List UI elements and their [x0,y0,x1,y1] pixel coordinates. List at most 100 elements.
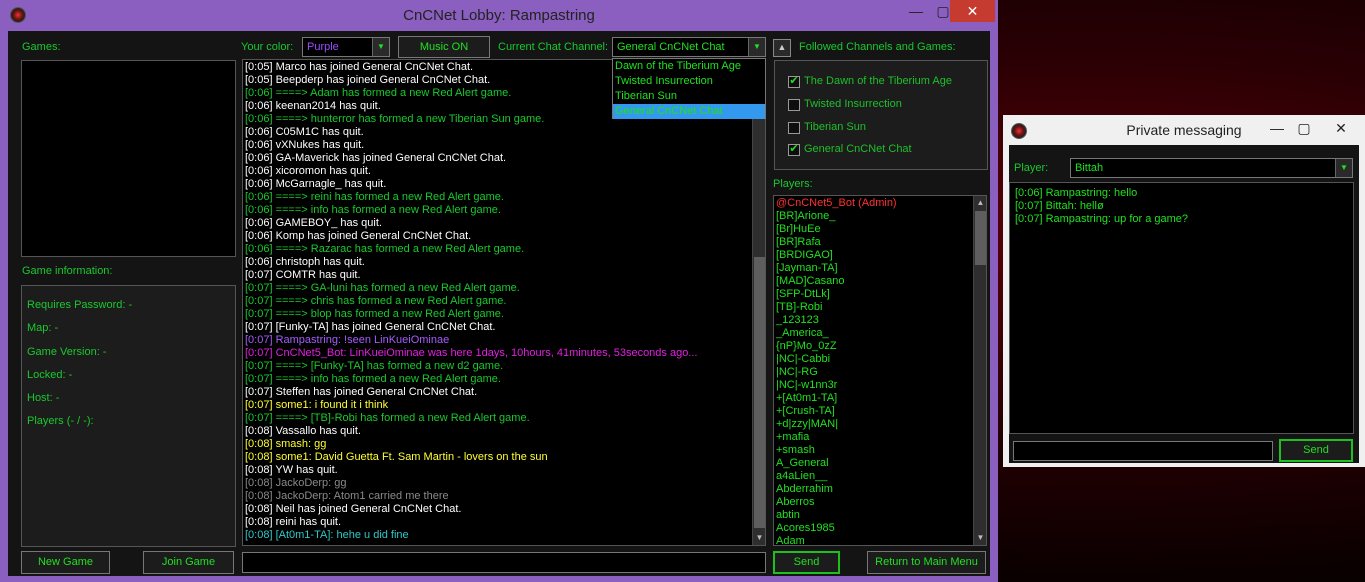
pm-message-log[interactable]: [0:06] Rampastring: hello [0:07] Bittah:… [1009,182,1354,434]
new-game-button[interactable]: New Game [21,551,110,574]
player-list-item[interactable]: @CnCNet5_Bot (Admin) [776,197,972,210]
chat-message: [0:06] ====> info has formed a new Red A… [245,204,501,216]
chat-scrollbar[interactable]: ▲ ▼ [752,60,765,545]
chat-message: [0:07] ====> info has formed a new Red A… [245,373,501,385]
player-list-item[interactable]: |NC|-Cabbi [776,353,972,366]
player-list-item[interactable]: _America_ [776,327,972,340]
chat-log[interactable]: [0:05] Marco has joined General CnCNet C… [242,59,766,546]
pm-title-bar[interactable]: Private messaging — ▢ ✕ [1003,115,1365,143]
game-info-locked: Locked: - [27,369,73,381]
chat-message: [0:06] GA-Maverick has joined General Cn… [245,152,507,164]
player-list-item[interactable]: +smash [776,444,972,457]
pm-message: [0:06] Rampastring: hello [1015,187,1138,199]
channel-option-ts[interactable]: Tiberian Sun [613,89,765,104]
chat-scroll-thumb[interactable] [754,257,765,528]
player-list-item[interactable]: {nP}Mo_0zZ [776,340,972,353]
player-list-item[interactable]: Adam [776,535,972,545]
followed-label[interactable]: The Dawn of the Tiberium Age [804,75,952,87]
player-list-item[interactable]: Abderrahim [776,483,972,496]
player-scrollbar[interactable]: ▲ ▼ [973,196,986,545]
players-label: Players: [773,178,813,190]
chat-message: [0:06] McGarnagle_ has quit. [245,178,387,190]
player-list-item[interactable]: Acores1985 [776,522,972,535]
player-list-item[interactable]: |NC|-w1nn3r [776,379,972,392]
player-list-item[interactable]: |NC|-RG [776,366,972,379]
chevron-down-icon[interactable]: ▼ [372,38,389,56]
followed-checkbox[interactable] [788,99,800,111]
pm-send-button[interactable]: Send [1279,439,1353,462]
channel-option-dta[interactable]: Dawn of the Tiberium Age [613,59,765,74]
player-list-item[interactable]: +mafia [776,431,972,444]
pm-player-select[interactable]: Bittah ▼ [1070,158,1353,178]
channel-dropdown-list[interactable]: Dawn of the Tiberium Age Twisted Insurre… [612,58,766,119]
return-to-main-menu-button[interactable]: Return to Main Menu [867,551,986,574]
channel-option-ti[interactable]: Twisted Insurrection [613,74,765,89]
chat-input[interactable] [242,552,766,573]
followed-label[interactable]: Twisted Insurrection [804,98,902,110]
title-bar[interactable]: CnCNet Lobby: Rampastring — ▢ ✕ [0,0,998,31]
chat-message: [0:07] some1: i found it i think [245,399,389,411]
minimize-icon[interactable]: — [1263,117,1291,139]
followed-checkbox[interactable]: ✔ [788,143,800,156]
chat-message: [0:07] COMTR has quit. [245,269,361,281]
player-list-item[interactable]: [TB]-Robi [776,301,972,314]
player-scroll-thumb[interactable] [975,211,986,265]
player-list-item[interactable]: abtin [776,509,972,522]
chat-message: [0:06] christoph has quit. [245,256,365,268]
player-list-item[interactable]: a4aLien__ [776,470,972,483]
check-icon: ✔ [789,143,799,155]
player-list-item[interactable]: [BRDIGAO] [776,249,972,262]
player-list-item[interactable]: +d|zzy|MAN| [776,418,972,431]
chat-message: [0:08] Neil has joined General CnCNet Ch… [245,503,462,515]
player-list-item[interactable]: Aberros [776,496,972,509]
game-info-map: Map: - [27,322,59,334]
game-information-label: Game information: [22,265,113,277]
minimize-icon[interactable]: — [902,0,930,22]
chat-lines: [0:05] Marco has joined General CnCNet C… [245,61,753,542]
chevron-down-icon[interactable]: ▼ [748,38,765,56]
player-list-item[interactable]: [BR]Arione_ [776,210,972,223]
chat-message: [0:07] Rampastring: !seen LinKueiOminae [245,334,450,346]
player-list-item[interactable]: A_General [776,457,972,470]
player-lines: @CnCNet5_Bot (Admin) [BR]Arione_ [Br]HuEe[… [776,197,972,545]
chat-message: [0:06] GAMEBOY_ has quit. [245,217,382,229]
game-info-players: Players (- / -): [27,415,94,427]
join-game-button[interactable]: Join Game [143,551,234,574]
player-list-item[interactable]: [SFP-DtLk] [776,288,972,301]
chat-message: [0:07] ====> GA-luni has formed a new Re… [245,282,520,294]
chat-message: [0:08] reini has quit. [245,516,342,528]
chat-message: [0:07] ====> blop has formed a new Red A… [245,308,504,320]
chat-message: [0:07] CnCNet5_Bot: LinKueiOminae was he… [245,347,698,359]
player-list-item[interactable]: [MAD]Casano [776,275,972,288]
scroll-down-icon[interactable]: ▼ [974,531,986,545]
followed-label[interactable]: General CnCNet Chat [804,143,912,155]
pm-input[interactable] [1013,441,1273,461]
player-list[interactable]: @CnCNet5_Bot (Admin) [BR]Arione_ [Br]HuEe[… [773,195,987,546]
scroll-up-icon[interactable]: ▲ [974,196,986,210]
move-up-icon[interactable]: ▲ [773,39,791,57]
followed-checkbox[interactable] [788,122,800,134]
your-color-label: Your color: [241,41,294,53]
color-select[interactable]: Purple ▼ [302,37,390,57]
player-list-item[interactable]: [Br]HuEe [776,223,972,236]
channel-option-general[interactable]: General CnCNet Chat [613,104,765,119]
chat-message: [0:08] some1: David Guetta Ft. Sam Marti… [245,451,548,463]
current-channel-label: Current Chat Channel: [498,41,609,53]
player-list-item[interactable]: [BR]Rafa [776,236,972,249]
player-list-item[interactable]: _123123 [776,314,972,327]
maximize-icon[interactable]: ▢ [1291,117,1317,139]
player-list-item[interactable]: +[Crush-TA] [776,405,972,418]
scroll-down-icon[interactable]: ▼ [753,531,765,545]
player-list-item[interactable]: +[At0m1-TA] [776,392,972,405]
channel-select[interactable]: General CnCNet Chat ▼ [612,37,766,57]
games-list[interactable] [21,60,236,257]
close-icon[interactable]: ✕ [1321,117,1361,139]
followed-checkbox[interactable]: ✔ [788,75,800,88]
chat-message: [0:06] Komp has joined General CnCNet Ch… [245,230,472,242]
player-list-item[interactable]: [Jayman-TA] [776,262,972,275]
send-button[interactable]: Send [773,551,840,574]
close-icon[interactable]: ✕ [950,0,995,22]
music-toggle-button[interactable]: Music ON [398,36,490,58]
followed-label[interactable]: Tiberian Sun [804,121,866,133]
chevron-down-icon[interactable]: ▼ [1335,159,1352,177]
